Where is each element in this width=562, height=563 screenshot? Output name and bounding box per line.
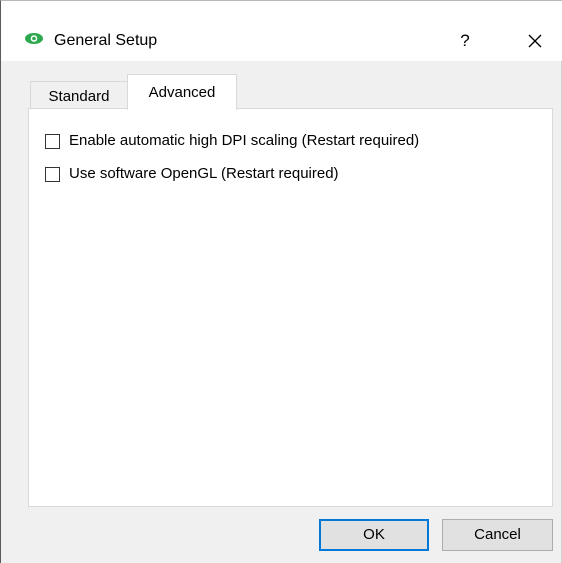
eye-logo-icon <box>24 32 44 45</box>
high-dpi-scaling-option[interactable]: Enable automatic high DPI scaling (Resta… <box>45 131 419 151</box>
title-bar: General Setup ? <box>1 1 562 61</box>
software-opengl-checkbox[interactable] <box>45 166 60 182</box>
advanced-tab-panel: Enable automatic high DPI scaling (Resta… <box>28 108 553 507</box>
help-button[interactable]: ? <box>447 21 483 61</box>
high-dpi-scaling-label: Enable automatic high DPI scaling (Resta… <box>69 132 420 149</box>
dialog-title: General Setup <box>54 32 158 49</box>
software-opengl-label: Use software OpenGL (Restart required) <box>69 165 339 182</box>
cancel-button[interactable]: Cancel <box>442 519 553 551</box>
tab-standard-label: Standard <box>48 88 110 105</box>
close-button[interactable] <box>515 23 555 59</box>
software-opengl-option[interactable]: Use software OpenGL (Restart required) <box>45 164 339 184</box>
tab-advanced-label: Advanced <box>148 84 216 101</box>
tab-standard[interactable]: Standard <box>30 81 128 109</box>
high-dpi-scaling-checkbox[interactable] <box>45 133 60 149</box>
ok-button[interactable]: OK <box>319 519 429 551</box>
close-icon <box>515 34 555 63</box>
general-setup-dialog: General Setup ? Standard Advanced Enable… <box>0 0 562 563</box>
tab-advanced[interactable]: Advanced <box>127 74 237 110</box>
